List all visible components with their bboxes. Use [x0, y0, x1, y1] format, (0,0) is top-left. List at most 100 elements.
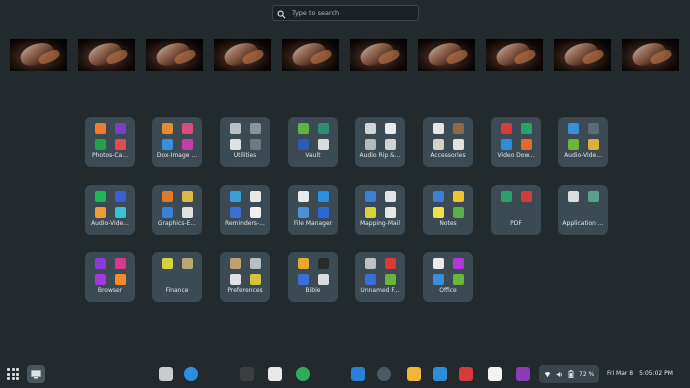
- search-icon: [277, 4, 286, 23]
- workspace-button[interactable]: [27, 365, 45, 383]
- app-folder[interactable]: Browser: [85, 252, 135, 302]
- cross-icon: [297, 274, 309, 285]
- workspace-thumbnail[interactable]: [78, 39, 135, 71]
- app-folder-label: Dox-Image ...: [156, 152, 198, 159]
- app-folder[interactable]: Notes: [423, 185, 473, 235]
- app-folder[interactable]: Accessories: [423, 117, 473, 167]
- tool-icon: [229, 139, 241, 150]
- app-folder-label: Utilities: [233, 152, 257, 159]
- pie-icon[interactable]: [296, 367, 310, 381]
- app-folder[interactable]: Bible: [288, 252, 338, 302]
- shop-icon[interactable]: [407, 367, 421, 381]
- app-folder[interactable]: Audio-Vide...: [85, 185, 135, 235]
- reader-icon[interactable]: [459, 367, 473, 381]
- app-folder-label: Notes: [439, 220, 457, 227]
- slides-icon: [452, 258, 464, 269]
- app-folder[interactable]: Vault: [288, 117, 338, 167]
- text-editor-icon[interactable]: [159, 367, 173, 381]
- search-box[interactable]: [272, 5, 419, 21]
- app-center-icon[interactable]: [268, 367, 282, 381]
- calc-icon: [452, 274, 464, 285]
- clock[interactable]: Fri Mar 8 5:05:02 PM: [607, 370, 673, 377]
- workspace-thumbnail[interactable]: [146, 39, 203, 71]
- app-folder-label: Graphics-E...: [157, 220, 197, 227]
- workspace-thumbnail[interactable]: [350, 39, 407, 71]
- app-folder[interactable]: Preferences: [220, 252, 270, 302]
- app-folder-label: PDF: [510, 220, 522, 227]
- screenshot-icon[interactable]: [433, 367, 447, 381]
- flag-icon: [384, 258, 396, 269]
- mail-icon: [364, 207, 376, 218]
- app-folder[interactable]: Photos-Ca...: [85, 117, 135, 167]
- workspace-thumbnail[interactable]: [486, 39, 543, 71]
- settings-gear-icon[interactable]: [488, 367, 502, 381]
- app-grid-button[interactable]: [7, 368, 19, 380]
- camera-icon: [114, 123, 126, 134]
- app-folder-label: Reminders-...: [225, 220, 265, 227]
- app-folder[interactable]: Office: [423, 252, 473, 302]
- film-icon: [587, 139, 599, 150]
- workspace-thumbnail[interactable]: [282, 39, 339, 71]
- system-monitor-icon[interactable]: [377, 367, 391, 381]
- app-folder[interactable]: File Manager: [288, 185, 338, 235]
- app-folder[interactable]: Audio Rip &...: [355, 117, 405, 167]
- coffee-icon: [452, 123, 464, 134]
- app-folder[interactable]: Utilities: [220, 117, 270, 167]
- dot-icon: [249, 207, 261, 218]
- battery-icon: [568, 370, 574, 378]
- workspace-thumbnail[interactable]: [622, 39, 679, 71]
- app-folder[interactable]: Mapping-Mail: [355, 185, 405, 235]
- paint-icon: [161, 191, 173, 202]
- app-folder[interactable]: Unnamed F...: [355, 252, 405, 302]
- settings-icon: [229, 258, 241, 269]
- app-folder-label: Bible: [305, 287, 321, 294]
- config-icon: [249, 258, 261, 269]
- app-folder-label: Application ...: [562, 220, 604, 227]
- play-store-icon: [114, 207, 126, 218]
- writer-icon: [432, 274, 444, 285]
- workspace-thumbnail[interactable]: [214, 39, 271, 71]
- draw-icon: [181, 191, 193, 202]
- notes-icon: [432, 191, 444, 202]
- globe-icon: [500, 139, 512, 150]
- notes-icon: [249, 191, 261, 202]
- pdf-icon: [520, 191, 532, 202]
- app-folder[interactable]: Dox-Image ...: [152, 117, 202, 167]
- system-tray[interactable]: 72 %: [539, 365, 599, 383]
- terminal-icon[interactable]: [240, 367, 254, 381]
- app-folder-label: Finance: [165, 287, 189, 294]
- pen-icon: [181, 207, 193, 218]
- workspace-thumbnail[interactable]: [554, 39, 611, 71]
- app-folder[interactable]: Application ...: [558, 185, 608, 235]
- coins-icon: [181, 258, 193, 269]
- app-folder[interactable]: PDF: [491, 185, 541, 235]
- package-icon: [587, 191, 599, 202]
- safari-icon[interactable]: [184, 367, 198, 381]
- app-folder-label: File Manager: [293, 220, 333, 227]
- record-icon: [364, 258, 376, 269]
- list-icon: [452, 207, 464, 218]
- workspace-thumbnail[interactable]: [10, 39, 67, 71]
- calendar-icon: [229, 191, 241, 202]
- app-folder[interactable]: Video Dow...: [491, 117, 541, 167]
- workspace-thumbnail[interactable]: [418, 39, 475, 71]
- app-folder-label: Accessories: [430, 152, 466, 159]
- app-folder-label: Vault: [305, 152, 321, 159]
- scroll-icon: [317, 274, 329, 285]
- app-folder[interactable]: Finance: [152, 252, 202, 302]
- purple-app-icon[interactable]: [516, 367, 530, 381]
- media-icon: [567, 139, 579, 150]
- app-folder[interactable]: Graphics-E...: [152, 185, 202, 235]
- bluetooth-icon[interactable]: [351, 367, 365, 381]
- search-input[interactable]: [292, 9, 412, 17]
- folder-icon: [317, 191, 329, 202]
- sticky-icon: [452, 191, 464, 202]
- app-folder[interactable]: Audio-Vide...: [558, 117, 608, 167]
- app-folder-label: Unnamed F...: [360, 287, 400, 294]
- app-folder[interactable]: Reminders-...: [220, 185, 270, 235]
- bible-icon: [297, 258, 309, 269]
- player-icon: [567, 123, 579, 134]
- file-icon: [297, 191, 309, 202]
- color-icon: [161, 207, 173, 218]
- document-icon: [161, 123, 173, 134]
